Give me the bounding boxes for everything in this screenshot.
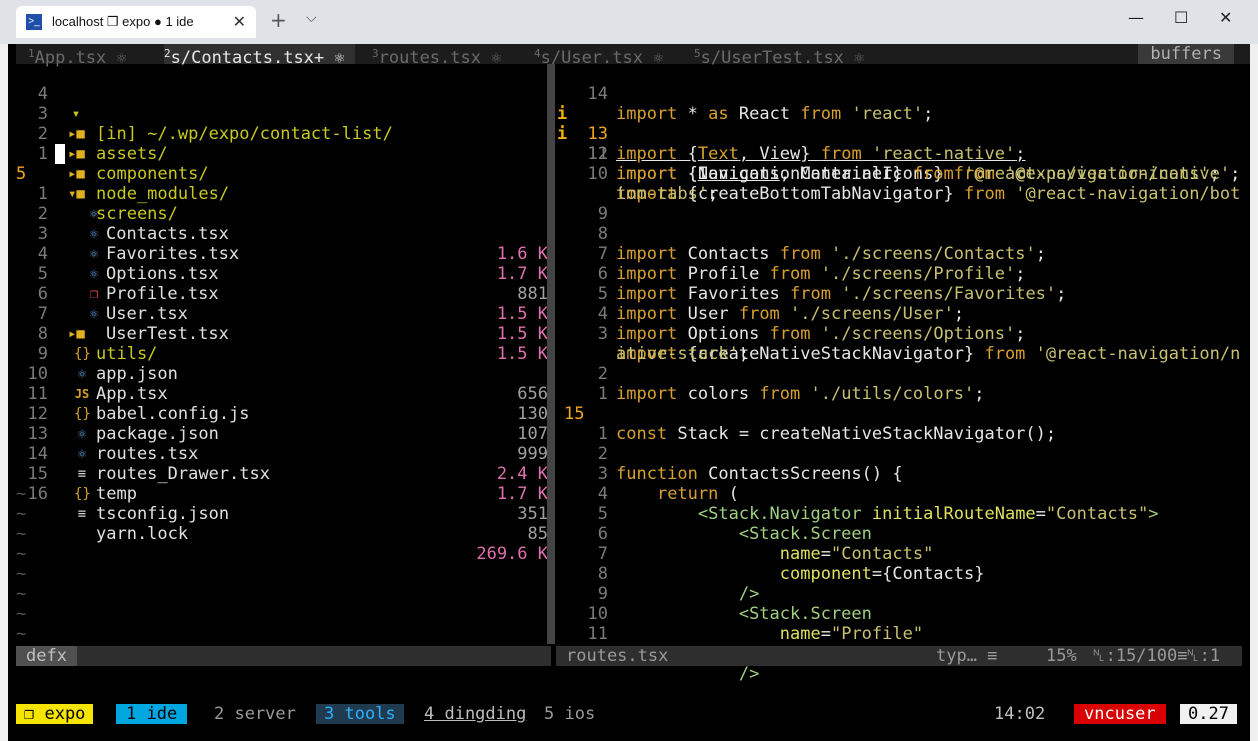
code-line: 5 <Stack.Screen xyxy=(597,504,872,544)
tmux-window-highlight[interactable]: 3 tools xyxy=(316,704,404,724)
code-line: 6 import Favorites from './screens/Favor… xyxy=(597,264,1067,304)
close-tab-icon[interactable]: ✕ xyxy=(233,12,246,32)
status-filetype: typ… ≡ xyxy=(936,646,998,666)
code-line: 6 name="Contacts" xyxy=(597,524,934,564)
tmux-window-underline[interactable]: 4 dingding xyxy=(424,704,526,724)
vim-tabline: 1App.tsx ⚛ 2s/Contacts.tsx+ ⚛ 3routes.ts… xyxy=(16,44,1250,68)
tmux-clock: 14:02 xyxy=(994,704,1046,724)
tmux-statusbar: ❐ expo 1 ide 2 server 3 tools 4 dingding… xyxy=(16,704,1242,724)
vim-tab[interactable]: 4s/User.tsx ⚛ xyxy=(534,44,674,68)
code-line: 14 import * as React from 'react'; xyxy=(587,84,934,124)
tab-list-button[interactable]: ⌵ xyxy=(306,10,317,26)
close-window-button[interactable]: ✕ xyxy=(1219,8,1232,27)
code-line-current: i 13 import {Text, View} from 'react-nat… xyxy=(557,104,1026,164)
vim-tab[interactable]: 3routes.tsx ⚛ xyxy=(372,44,512,68)
code-line: 5 import User from './screens/User'; xyxy=(597,284,965,324)
code-line: 4 <Stack.Navigator initialRouteName="Con… xyxy=(597,484,1159,524)
code-line: 3 return ( xyxy=(597,464,739,504)
browser-tab[interactable]: >_ localhost ❐ expo ● 1 ide ✕ xyxy=(16,6,256,38)
code-line: 7 component={Contacts} xyxy=(597,544,985,584)
code-line: i 12 import {Ionicons, MaterialIcons} fr… xyxy=(557,124,1220,184)
code-line: 2 import colors from './utils/colors'; xyxy=(597,364,985,404)
code-line: 3 import {createNativeStackNavigator} fr… xyxy=(597,324,1241,364)
code-line: 2 function ContactsScreens() { xyxy=(597,444,903,484)
status-column: ␤:1 xyxy=(1186,646,1221,666)
minimize-button[interactable]: — xyxy=(1128,8,1144,27)
code-line: 10 import {createBottomTabNavigator} fro… xyxy=(587,164,1241,204)
tmux-user: vncuser xyxy=(1074,704,1166,724)
terminal-window[interactable]: 1App.tsx ⚛ 2s/Contacts.tsx+ ⚛ 3routes.ts… xyxy=(8,44,1250,741)
browser-titlebar: >_ localhost ❐ expo ● 1 ide ✕ + ⌵ — ☐ ✕ xyxy=(0,0,1258,44)
tmux-window-active[interactable]: 1 ide xyxy=(116,704,188,724)
vim-tab[interactable]: 5s/UserTest.tsx ⚛ xyxy=(694,44,875,68)
code-line: 4 import Options from './screens/Options… xyxy=(597,304,1026,344)
left-statusline: defx xyxy=(16,646,551,666)
code-line-wrap: tom-tabs'; xyxy=(616,184,719,204)
filetype-label: defx xyxy=(16,646,77,666)
tmux-window[interactable]: 2 server xyxy=(214,704,296,724)
tmux-window[interactable]: 5 ios xyxy=(544,704,595,724)
vim-tab-active[interactable]: 2s/Contacts.tsx+ ⚛ xyxy=(164,44,355,68)
code-line: 9 xyxy=(597,204,608,224)
code-line: 10 name="Profile" xyxy=(587,604,924,644)
tab-title: localhost ❐ expo ● 1 ide xyxy=(52,14,194,29)
status-filename: routes.tsx xyxy=(566,646,669,666)
code-line: 8 import Contacts from './screens/Contac… xyxy=(597,224,1046,264)
right-statusline: routes.tsx typ… ≡ 15% ␤:15/100≡ ␤:1 xyxy=(556,646,1242,666)
tmux-load: 0.27 xyxy=(1180,704,1237,724)
code-line: 12 /> xyxy=(588,644,760,684)
tmux-session: ❐ expo xyxy=(16,704,94,724)
code-line-wrap: ative-stack'; xyxy=(616,344,750,364)
code-line: 1 xyxy=(597,424,608,444)
new-tab-button[interactable]: + xyxy=(270,8,287,32)
code-line: 11 component={Profile} xyxy=(587,624,975,664)
code-line: 7 import Profile from './screens/Profile… xyxy=(597,244,1026,284)
maximize-button[interactable]: ☐ xyxy=(1174,8,1188,27)
code-line: 11 import {NavigationContainer} from '@r… xyxy=(587,144,1241,184)
code-line: 8 /> xyxy=(597,564,760,604)
vim-tab[interactable]: 1App.tsx ⚛ xyxy=(28,44,137,68)
terminal-icon: >_ xyxy=(26,14,42,30)
status-position: ␤:15/100≡ xyxy=(1092,646,1188,666)
buffers-label: buffers xyxy=(1138,44,1234,64)
code-line: 1 xyxy=(597,384,608,404)
code-line-cursor: 15 const Stack = createNativeStackNaviga… xyxy=(564,404,1057,444)
code-line: 9 <Stack.Screen xyxy=(597,584,872,624)
status-percent: 15% xyxy=(1046,646,1077,666)
